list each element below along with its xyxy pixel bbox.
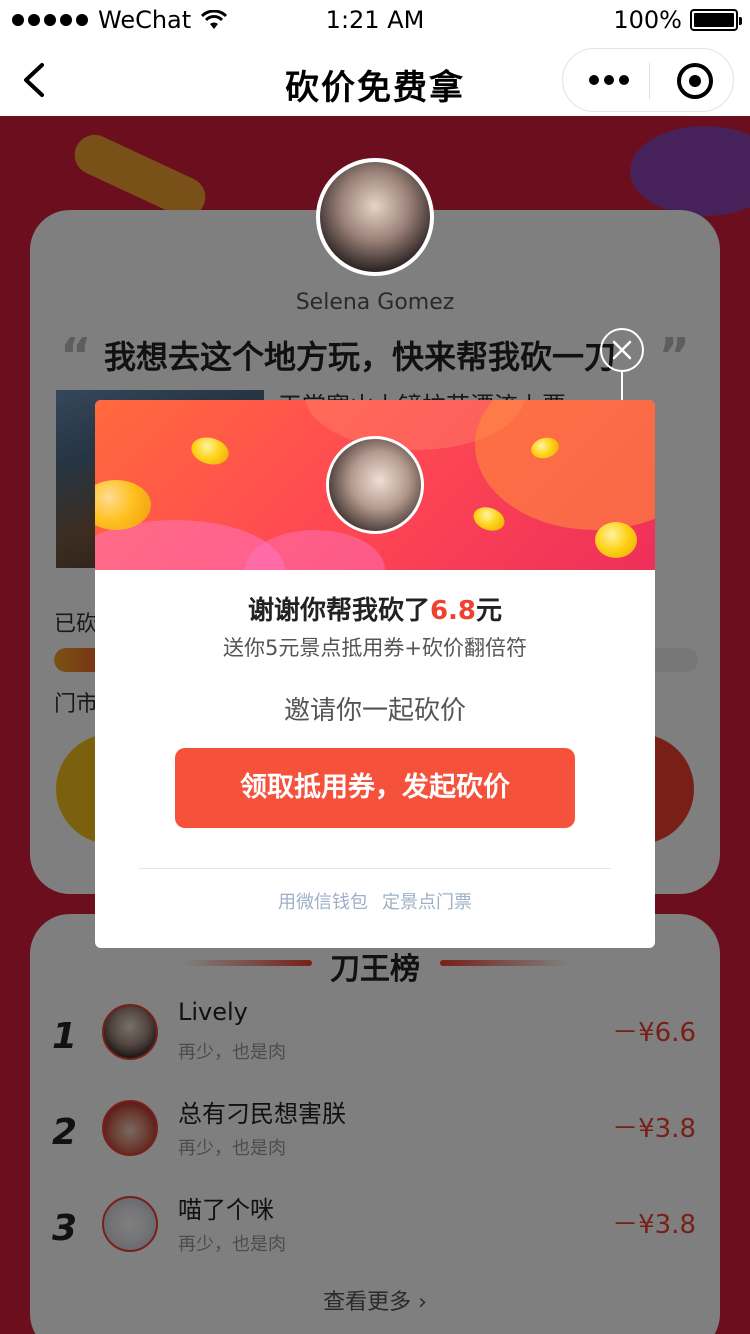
divider [139,868,611,869]
battery-status: 100% [613,6,742,34]
coin-icon [188,433,232,469]
more-icon[interactable] [589,75,629,85]
bargain-success-dialog: 谢谢你帮我砍了6.8元 送你5元景点抵用券+砍价翻倍符 邀请你一起砍价 领取抵用… [95,400,655,948]
battery-icon [690,9,742,31]
close-button[interactable] [600,328,644,372]
close-icon [612,340,632,360]
battery-percent: 100% [613,6,682,34]
avatar [326,436,424,534]
dialog-footer: 用微信钱包 定景点门票 [95,888,655,914]
status-bar: WeChat 1:21 AM 100% [0,0,750,40]
dialog-header [95,400,655,570]
close-miniprogram-icon[interactable] [677,63,713,99]
coin-icon [595,522,637,558]
invite-text: 邀请你一起砍价 [283,696,466,726]
wechat-wallet-link[interactable]: 用微信钱包 [278,892,368,913]
coin-icon [470,503,508,535]
claim-coupon-button[interactable]: 领取抵用券，发起砍价 [175,748,575,828]
capsule-divider [649,63,650,99]
cut-amount: 6.8 [429,596,477,626]
title-suffix: 元 [476,596,503,626]
title-prefix: 谢谢你帮我砍了 [247,596,430,626]
dialog-title: 谢谢你帮我砍了6.8元 [95,590,655,627]
miniprogram-capsule [562,48,734,112]
nav-bar: 砍价免费拿 [0,40,750,116]
decor-blob [475,400,655,530]
decor-cloud [245,530,385,570]
avatar [316,158,434,276]
dialog-subtitle: 送你5元景点抵用券+砍价翻倍符 [223,636,527,660]
book-tickets-link[interactable]: 定景点门票 [382,892,472,913]
close-connector [621,372,623,402]
